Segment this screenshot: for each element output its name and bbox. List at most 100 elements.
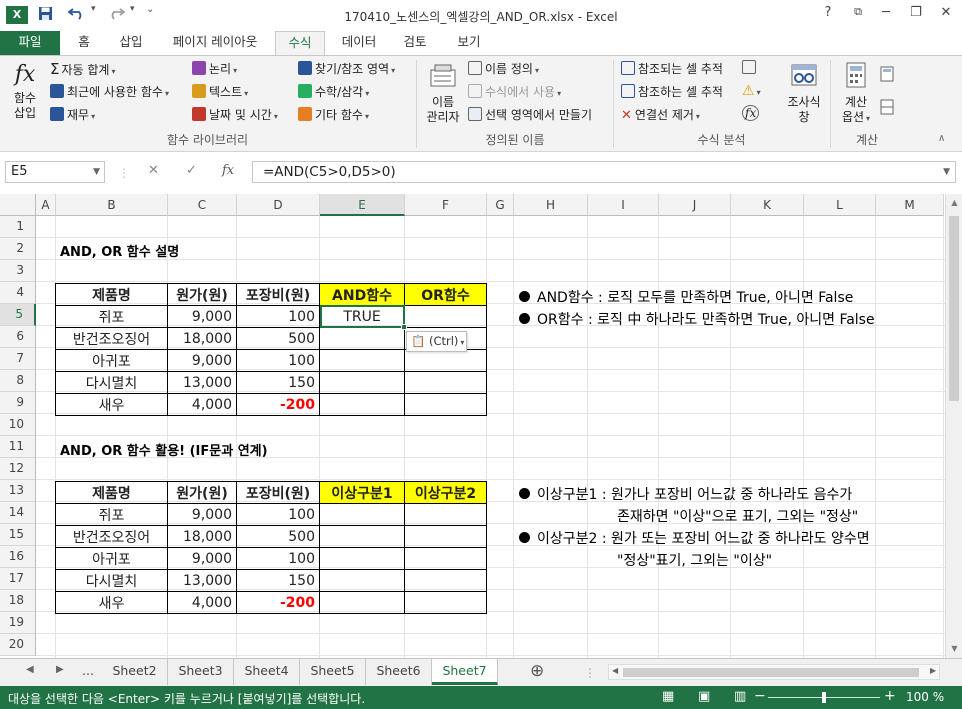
evaluate-formula-icon[interactable]: fx [742, 105, 760, 121]
column-header-m[interactable]: M [876, 194, 944, 216]
column-header-i[interactable]: I [588, 194, 659, 216]
row-header-7[interactable]: 7 [0, 348, 36, 370]
scroll-left-icon[interactable]: ◀ [612, 666, 618, 675]
table-cell[interactable] [404, 371, 487, 394]
table-cell[interactable] [404, 547, 487, 570]
tab-file[interactable]: 파일 [0, 31, 60, 55]
table-cell[interactable]: 100 [236, 503, 320, 526]
table-cell[interactable]: -200 [236, 591, 320, 614]
trace-precedents-button[interactable]: 참조되는 셀 추적 [621, 60, 723, 77]
row-header-4[interactable]: 4 [0, 282, 36, 304]
page-layout-view-icon[interactable]: ▣ [698, 689, 710, 704]
name-manager-button[interactable]: 이름 관리자 [422, 62, 464, 125]
logical-button[interactable]: 논리 ▾ [192, 60, 237, 77]
cancel-entry-icon[interactable]: ✕ [148, 163, 159, 178]
define-name-button[interactable]: 이름 정의 ▾ [468, 60, 539, 77]
row-header-15[interactable]: 15 [0, 524, 36, 546]
math-trig-button[interactable]: 수학/삼각 ▾ [298, 83, 369, 100]
table-cell[interactable] [319, 547, 405, 570]
tab-home[interactable]: 홈 [64, 31, 104, 55]
table-header-cell[interactable]: 원가(원) [167, 481, 237, 504]
trace-dependents-button[interactable]: 참조하는 셀 추적 [621, 83, 723, 100]
table-cell[interactable] [319, 349, 405, 372]
zoom-slider[interactable] [768, 692, 880, 703]
financial-button[interactable]: 재무 ▾ [50, 106, 95, 123]
table-cell[interactable]: 500 [236, 327, 320, 350]
column-header-e[interactable]: E [320, 194, 405, 216]
column-header-b[interactable]: B [56, 194, 168, 216]
table-header-cell[interactable]: 포장비(원) [236, 481, 320, 504]
table-cell[interactable] [404, 591, 487, 614]
row-header-6[interactable]: 6 [0, 326, 36, 348]
normal-view-icon[interactable]: ▦ [662, 689, 674, 704]
table-cell[interactable]: 13,000 [167, 371, 237, 394]
tab-page-layout[interactable]: 페이지 레이아웃 [160, 31, 270, 55]
table-cell[interactable] [404, 349, 487, 372]
create-from-selection-button[interactable]: 선택 영역에서 만들기 [468, 106, 592, 123]
row-header-10[interactable]: 10 [0, 414, 36, 436]
table-header-cell[interactable]: AND함수 [319, 283, 405, 306]
table-cell[interactable]: 9,000 [167, 305, 237, 328]
name-box[interactable]: E5 ▼ [5, 161, 105, 183]
calculate-now-icon[interactable] [880, 66, 894, 85]
column-header-l[interactable]: L [804, 194, 876, 216]
scroll-down-icon[interactable]: ▼ [946, 644, 962, 653]
table-cell[interactable]: 쥐포 [55, 305, 168, 328]
column-header-d[interactable]: D [237, 194, 320, 216]
sheet-tab-sheet7[interactable]: Sheet7 [432, 659, 498, 685]
text-button[interactable]: 텍스트 ▾ [192, 83, 248, 100]
minimize-button[interactable]: ─ [876, 5, 896, 20]
scroll-tabs-right-icon[interactable]: ▶ [56, 664, 64, 675]
restore-button[interactable]: ❐ [906, 5, 926, 20]
row-header-13[interactable]: 13 [0, 480, 36, 502]
table-cell[interactable]: 4,000 [167, 591, 237, 614]
error-checking-icon[interactable]: ⚠ ▾ [742, 83, 761, 99]
table-cell[interactable]: 13,000 [167, 569, 237, 592]
table-cell[interactable]: 4,000 [167, 393, 237, 416]
tab-formulas[interactable]: 수식 [275, 31, 325, 56]
active-cell-e5[interactable] [320, 305, 405, 328]
table-cell[interactable] [319, 393, 405, 416]
autosum-button[interactable]: Σ 자동 합계 ▾ [50, 60, 115, 78]
lookup-reference-button[interactable]: 찾기/참조 영역 ▾ [298, 60, 395, 77]
table-cell[interactable]: 아귀포 [55, 547, 168, 570]
use-in-formula-button[interactable]: 수식에서 사용 ▾ [468, 83, 561, 100]
row-header-5[interactable]: 5 [0, 304, 36, 326]
table-cell[interactable]: 아귀포 [55, 349, 168, 372]
zoom-out-button[interactable]: − [754, 688, 766, 704]
scroll-up-icon[interactable]: ▲ [946, 198, 962, 207]
table-cell[interactable]: 쥐포 [55, 503, 168, 526]
table-cell[interactable]: 새우 [55, 591, 168, 614]
zoom-slider-knob[interactable] [822, 692, 826, 703]
recently-used-button[interactable]: 최근에 사용한 함수 ▾ [50, 83, 169, 100]
worksheet-grid[interactable]: ABCDEFGHIJKLM 1 2 3 4 5 6 7 8 9 10 11 12 13 14 15 16 17 1… [0, 194, 962, 658]
table-cell[interactable]: 18,000 [167, 525, 237, 548]
table-cell[interactable]: 반건조오징어 [55, 525, 168, 548]
table-header-cell[interactable]: OR함수 [404, 283, 487, 306]
row-header-19[interactable]: 19 [0, 612, 36, 634]
horizontal-scrollbar[interactable] [608, 664, 940, 680]
scroll-tabs-left-icon[interactable]: ◀ [26, 664, 34, 675]
table-header-cell[interactable]: 제품명 [55, 283, 168, 306]
zoom-level[interactable]: 100 % [906, 690, 944, 704]
sheet-tab-sheet3[interactable]: Sheet3 [168, 659, 234, 685]
name-box-dropdown-icon[interactable]: ▼ [93, 162, 100, 182]
fill-handle[interactable] [401, 324, 407, 330]
table-cell[interactable]: 다시멸치 [55, 569, 168, 592]
row-header-18[interactable]: 18 [0, 590, 36, 612]
formula-input[interactable]: =AND(C5>0,D5>0) ▼ [252, 161, 956, 183]
table-cell[interactable]: 반건조오징어 [55, 327, 168, 350]
vertical-scrollbar[interactable]: ▲ ▼ [945, 194, 962, 658]
table-cell[interactable] [319, 569, 405, 592]
table-cell[interactable]: 18,000 [167, 327, 237, 350]
sheet-tab-sheet6[interactable]: Sheet6 [366, 659, 432, 685]
column-header-h[interactable]: H [514, 194, 588, 216]
expand-formula-bar-icon[interactable]: ▼ [943, 162, 950, 182]
row-header-16[interactable]: 16 [0, 546, 36, 568]
scroll-right-icon[interactable]: ▶ [930, 666, 936, 675]
row-header-14[interactable]: 14 [0, 502, 36, 524]
table-header-cell[interactable]: 원가(원) [167, 283, 237, 306]
enter-entry-icon[interactable]: ✓ [186, 163, 197, 178]
calculate-sheet-icon[interactable] [880, 99, 894, 118]
more-sheets-button[interactable]: ... [74, 659, 102, 685]
